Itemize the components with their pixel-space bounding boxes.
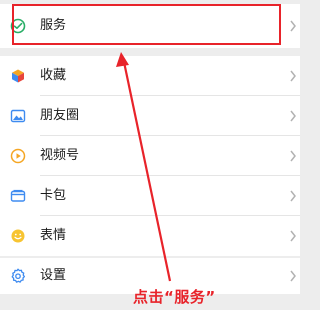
menu-item-label: 设置 [40,268,67,283]
annotation-text: 点击“服务” [133,288,216,306]
menu-item-emoji[interactable]: 表情 [0,216,300,256]
moments-image-icon [10,109,26,123]
menu-group-main: 收藏 朋友圈 视频号 卡包 表情 [0,56,300,256]
emoji-smile-icon [11,229,25,243]
chevron-right-icon [290,70,296,82]
chevron-right-icon [290,230,296,242]
chevron-right-icon [290,20,296,32]
menu-item-label: 服务 [40,18,67,33]
settings-gear-icon [11,268,26,283]
card-wallet-icon [10,189,26,202]
top-gap [0,0,300,2]
menu-item-label: 视频号 [40,148,80,163]
chevron-right-icon [290,150,296,162]
chevron-right-icon [290,190,296,202]
menu-item-channels[interactable]: 视频号 [0,136,300,176]
chevron-right-icon [290,270,296,282]
channels-play-icon [10,148,26,164]
favorites-cube-icon [12,69,24,83]
service-icon [10,18,26,34]
menu-item-label: 收藏 [40,68,67,83]
menu-group-services: 服务 [0,4,300,48]
menu-item-label: 表情 [40,228,67,243]
menu-item-favorites[interactable]: 收藏 [0,56,300,96]
chevron-right-icon [290,110,296,122]
menu-item-service[interactable]: 服务 [0,4,300,48]
menu-item-moments[interactable]: 朋友圈 [0,96,300,136]
menu-item-label: 朋友圈 [40,108,80,123]
menu-item-card-wallet[interactable]: 卡包 [0,176,300,216]
menu-item-label: 卡包 [40,188,67,203]
